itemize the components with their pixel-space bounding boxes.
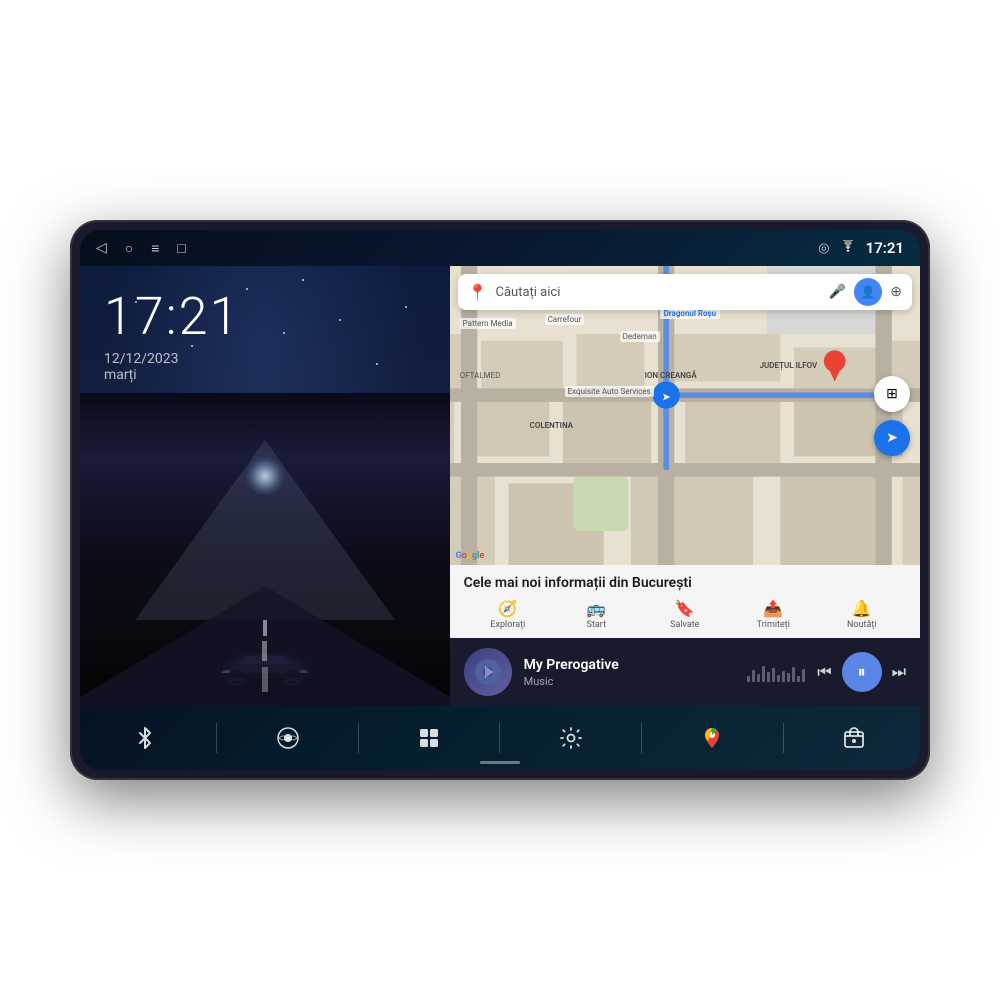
music-info: My Prerogative Music <box>524 657 736 688</box>
play-pause-icon: ⏸ <box>858 662 866 682</box>
tab-explorați-label: Explorați <box>490 620 525 630</box>
location-icon: ◎ <box>818 241 829 256</box>
back-button[interactable]: ◁ <box>96 240 107 256</box>
status-time: 17:21 <box>866 239 904 257</box>
my-location-button[interactable]: ➤ <box>874 420 910 456</box>
home-button[interactable]: ○ <box>125 240 133 257</box>
home-indicator[interactable] <box>480 761 520 764</box>
share-icon: 📤 <box>763 599 783 618</box>
start-icon: 🚌 <box>586 599 606 618</box>
google-logo: Google <box>456 551 485 561</box>
tab-explorați[interactable]: 🧭 Explorați <box>464 599 552 630</box>
menu-button[interactable]: ≡ <box>151 240 159 257</box>
map-label-pattern: Pattern Media <box>460 318 516 329</box>
map-label-judet: JUDEȚUL ILFOV <box>760 361 818 370</box>
maps-fab: ⊞ ➤ <box>874 376 910 456</box>
bluetooth-button[interactable] <box>124 716 168 760</box>
profile-button[interactable]: 👤 <box>854 278 882 306</box>
map-label-dedeman: Dedeman <box>620 331 660 342</box>
car-image-area <box>80 393 450 706</box>
music-waveform <box>747 662 805 682</box>
apps-button[interactable] <box>407 716 451 760</box>
status-bar: ◁ ○ ≡ □ ◎ 17:21 <box>80 230 920 266</box>
info-tabs: 🧭 Explorați 🚌 Start 🔖 Salvate 📤 <box>464 599 906 630</box>
search-bar-icons: 🎤 👤 ⊕ <box>829 278 902 306</box>
music-subtitle: Music <box>524 675 736 688</box>
right-panel: ➤ 📍 Căutați aici 🎤 👤 ⊕ <box>450 266 920 706</box>
more-icon[interactable]: ⊕ <box>890 284 902 300</box>
dock-divider-3 <box>499 723 500 753</box>
dock-divider-4 <box>641 723 642 753</box>
dock-divider-2 <box>358 723 359 753</box>
tab-noutati-label: Noutăți <box>847 620 877 630</box>
svg-text:➤: ➤ <box>661 391 670 404</box>
map-layers-button[interactable]: ⊞ <box>874 376 910 412</box>
clock-area: 17:21 12/12/2023 marți <box>80 266 450 393</box>
search-bar-text: Căutați aici <box>496 285 821 300</box>
google-maps-button[interactable] <box>690 716 734 760</box>
info-title: Cele mai noi informații din București <box>464 575 906 591</box>
tab-salvate[interactable]: 🔖 Salvate <box>641 599 729 630</box>
nav-buttons: ◁ ○ ≡ □ <box>96 240 186 257</box>
explore-icon: 🧭 <box>498 599 518 618</box>
map-label-carrefour: Carrefour <box>545 314 585 325</box>
tab-trimiteti[interactable]: 📤 Trimiteți <box>729 599 817 630</box>
map-label-ion-creanga: ION CREANGĂ <box>645 371 697 380</box>
dock-divider-5 <box>783 723 784 753</box>
tab-noutati[interactable]: 🔔 Noutăți <box>818 599 906 630</box>
radio-button[interactable] <box>266 716 310 760</box>
saved-icon: 🔖 <box>675 599 695 618</box>
screen: ◁ ○ ≡ □ ◎ 17:21 <box>80 230 920 770</box>
prev-button[interactable]: ⏮ <box>817 662 831 682</box>
settings-button[interactable] <box>549 716 593 760</box>
map-label-colentina: COLENTINA <box>530 421 573 430</box>
bottom-dock <box>80 706 920 770</box>
info-panel: Cele mai noi informații din București 🧭 … <box>450 565 920 638</box>
tab-start-label: Start <box>587 620 606 630</box>
screenshot-button[interactable]: □ <box>177 240 185 257</box>
clock-date: 12/12/2023 marți <box>104 351 426 383</box>
tab-trimiteti-label: Trimiteți <box>757 620 790 630</box>
maps-pin-icon: 📍 <box>468 283 488 302</box>
play-pause-button[interactable]: ⏸ <box>842 652 882 692</box>
music-title: My Prerogative <box>524 657 736 673</box>
clock-time: 17:21 <box>104 286 426 347</box>
tab-start[interactable]: 🚌 Start <box>552 599 640 630</box>
wifi-icon <box>840 240 856 256</box>
main-content: 17:21 12/12/2023 marți <box>80 266 920 706</box>
left-panel: 17:21 12/12/2023 marți <box>80 266 450 706</box>
search-bar[interactable]: 📍 Căutați aici 🎤 👤 ⊕ <box>458 274 912 310</box>
package-button[interactable] <box>832 716 876 760</box>
music-controls: ⏮ ⏸ ⏭ <box>817 652 906 692</box>
music-player: My Prerogative Music <box>450 638 920 706</box>
tab-salvate-label: Salvate <box>670 620 699 630</box>
map-area[interactable]: ➤ 📍 Căutați aici 🎤 👤 ⊕ <box>450 266 920 565</box>
next-button[interactable]: ⏭ <box>892 662 906 682</box>
microphone-icon[interactable]: 🎤 <box>829 284 846 300</box>
news-icon: 🔔 <box>852 599 872 618</box>
map-label-oftalmed: OFTALMED <box>460 371 501 380</box>
car-display-device: ◁ ○ ≡ □ ◎ 17:21 <box>70 220 930 780</box>
map-label-exquisite: Exquisite Auto Services <box>565 386 654 397</box>
status-right: ◎ 17:21 <box>818 239 904 257</box>
album-art <box>464 648 512 696</box>
dock-divider-1 <box>216 723 217 753</box>
